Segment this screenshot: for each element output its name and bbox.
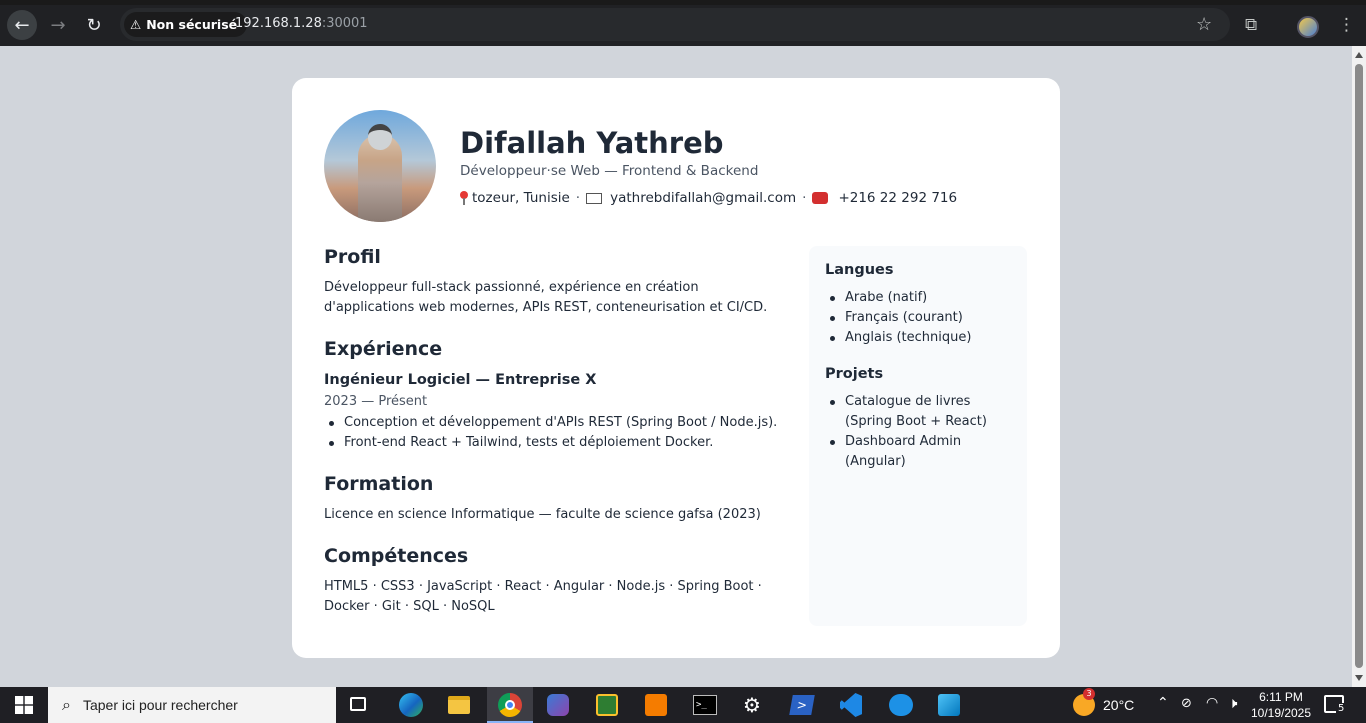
- list-item: Front-end React + Tailwind, tests et dép…: [324, 433, 784, 453]
- search-placeholder: Taper ici pour rechercher: [82, 697, 238, 713]
- taskbar-search-box[interactable]: ⌕ Taper ici pour rechercher: [48, 687, 336, 723]
- notification-center-button[interactable]: 5: [1324, 695, 1347, 714]
- windows-logo-icon: [15, 696, 33, 714]
- contact-line: tozeur, Tunisie · yathrebdifallah@gmail.…: [460, 190, 957, 206]
- cv-main-column: Profil Développeur full-stack passionné,…: [324, 246, 784, 617]
- projects-heading: Projets: [825, 366, 884, 382]
- email-icon: [586, 192, 603, 204]
- settings-gear-icon[interactable]: ⚙: [743, 693, 761, 717]
- location-pin-icon: [460, 191, 468, 205]
- profile-photo: [324, 110, 436, 222]
- vscode-icon[interactable]: [840, 693, 862, 717]
- url-port: :30001: [321, 16, 368, 31]
- profile-heading: Profil: [324, 246, 381, 268]
- app-icon-vs[interactable]: [596, 694, 618, 716]
- reload-icon: ↻: [86, 14, 102, 36]
- show-hidden-icons-icon[interactable]: ⌃: [1157, 695, 1169, 711]
- file-explorer-icon[interactable]: [448, 696, 470, 714]
- extensions-icon[interactable]: ⧉: [1245, 15, 1257, 35]
- list-item: Arabe (natif): [825, 288, 1011, 308]
- languages-heading: Langues: [825, 262, 894, 278]
- cv-card: Difallah Yathreb Développeur·se Web — Fr…: [292, 78, 1060, 658]
- phone-icon: [812, 192, 829, 204]
- separator-dot: ·: [575, 190, 581, 206]
- scroll-down-arrow[interactable]: [1355, 675, 1363, 681]
- chrome-center: [505, 700, 515, 710]
- edge-icon[interactable]: [399, 693, 423, 717]
- languages-list: Arabe (natif) Français (courant) Anglais…: [825, 288, 1011, 348]
- security-label: Non sécurisé: [146, 17, 238, 32]
- docker-icon[interactable]: [889, 694, 913, 716]
- browser-toolbar: ← → ↻ ⚠ Non sécurisé 192.168.1.28:30001 …: [0, 0, 1366, 46]
- cv-name: Difallah Yathreb: [460, 126, 724, 160]
- forward-button[interactable]: →: [43, 10, 73, 40]
- contact-phone: +216 22 292 716: [838, 190, 958, 206]
- powershell-icon[interactable]: >: [789, 695, 815, 715]
- security-chip[interactable]: ⚠ Non sécurisé: [124, 12, 248, 37]
- clock[interactable]: 6:11 PM 10/19/2025: [1248, 689, 1314, 721]
- clock-time: 6:11 PM: [1259, 690, 1303, 704]
- task-view-icon[interactable]: [350, 697, 366, 711]
- search-icon: ⌕: [62, 695, 71, 714]
- skills-heading: Compétences: [324, 545, 469, 567]
- bookmark-star-icon[interactable]: ☆: [1196, 14, 1212, 35]
- job-date: 2023 — Présent: [324, 394, 428, 409]
- terminal-icon[interactable]: >_: [693, 695, 717, 715]
- volume-icon[interactable]: 🕨: [1228, 694, 1237, 712]
- projects-list: Catalogue de livres (Spring Boot + React…: [825, 392, 1011, 472]
- photo-head-shape: [368, 124, 392, 150]
- page-scrollbar[interactable]: [1352, 46, 1366, 687]
- clock-date: 10/19/2025: [1250, 706, 1312, 720]
- cv-sidebar: Langues Arabe (natif) Français (courant)…: [809, 246, 1027, 626]
- reload-button[interactable]: ↻: [79, 10, 109, 40]
- network-off-icon[interactable]: ⊘: [1181, 696, 1192, 711]
- start-button[interactable]: [0, 687, 48, 723]
- list-item: Anglais (technique): [825, 328, 1011, 348]
- cv-role: Développeur·se Web — Frontend & Backend: [460, 163, 759, 179]
- skills-text: HTML5 · CSS3 · JavaScript · React · Angu…: [324, 579, 762, 614]
- weather-icon: 3: [1073, 688, 1095, 716]
- list-item: Conception et développement d'APIs REST …: [324, 413, 784, 433]
- list-item: Catalogue de livres (Spring Boot + React…: [825, 392, 1011, 432]
- app-icon-tools[interactable]: [645, 694, 667, 716]
- notification-count: 5: [1336, 703, 1347, 714]
- copilot-icon[interactable]: [547, 694, 569, 716]
- warning-icon: ⚠: [130, 17, 142, 32]
- app-icon-photos[interactable]: [938, 694, 960, 716]
- arrow-right-icon: →: [50, 14, 66, 36]
- list-item: Dashboard Admin (Angular): [825, 432, 1011, 472]
- experience-heading: Expérience: [324, 338, 443, 360]
- address-bar[interactable]: ⚠ Non sécurisé 192.168.1.28:30001 ☆: [120, 8, 1230, 41]
- education-text: Licence en science Informatique — facult…: [324, 507, 761, 522]
- wifi-icon[interactable]: ◠: [1206, 695, 1218, 711]
- scroll-thumb[interactable]: [1355, 64, 1363, 668]
- back-button[interactable]: ←: [7, 10, 37, 40]
- taskbar: ⌕ Taper ici pour rechercher >_ ⚙ > 3 20°…: [0, 687, 1366, 723]
- weather-badge: 3: [1083, 688, 1095, 700]
- weather-widget[interactable]: 3 20°C: [1073, 687, 1134, 723]
- chrome-icon: [498, 693, 522, 717]
- profile-text: Développeur full-stack passionné, expéri…: [324, 280, 768, 315]
- contact-location: tozeur, Tunisie: [472, 190, 570, 206]
- chrome-taskbar-button[interactable]: [487, 687, 533, 723]
- more-menu-icon[interactable]: ⋮: [1338, 15, 1355, 35]
- url-host: 192.168.1.28: [235, 16, 322, 31]
- arrow-left-icon: ←: [14, 14, 30, 36]
- url-text[interactable]: 192.168.1.28:30001: [235, 16, 368, 31]
- contact-email: yathrebdifallah@gmail.com: [610, 190, 797, 206]
- weather-temp: 20°C: [1103, 697, 1135, 713]
- education-heading: Formation: [324, 473, 434, 495]
- experience-list: Conception et développement d'APIs REST …: [324, 413, 784, 453]
- separator-dot: ·: [802, 190, 807, 206]
- scroll-up-arrow[interactable]: [1355, 52, 1363, 58]
- list-item: Français (courant): [825, 308, 1011, 328]
- job-title: Ingénieur Logiciel — Entreprise X: [324, 372, 597, 388]
- profile-avatar[interactable]: [1297, 16, 1319, 38]
